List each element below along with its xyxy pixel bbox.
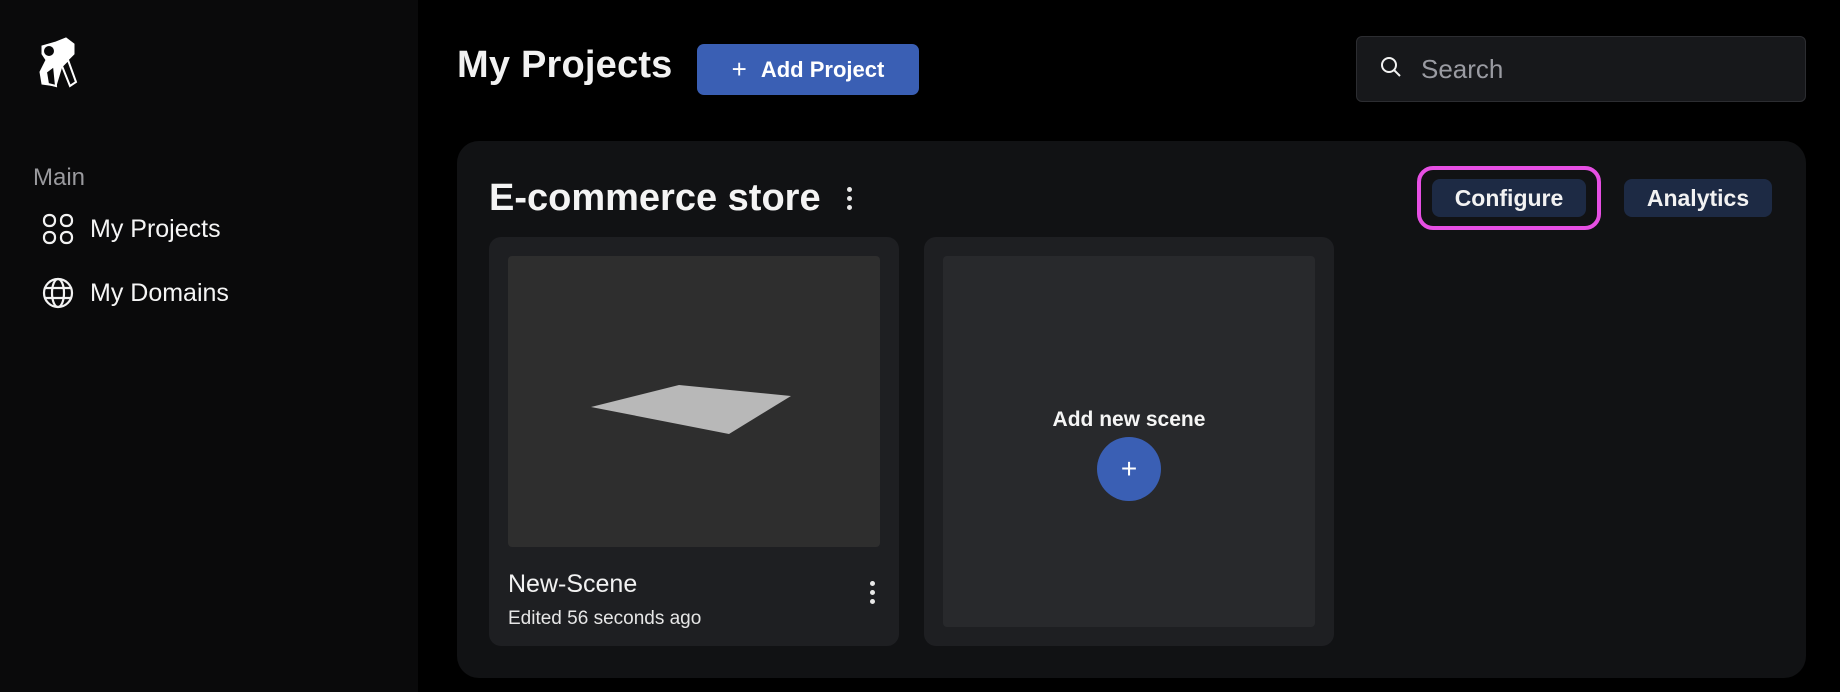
grid-icon xyxy=(40,211,76,247)
scene-menu-icon[interactable] xyxy=(866,577,879,608)
sidebar-item-my-projects[interactable]: My Projects xyxy=(40,207,221,251)
configure-button[interactable]: Configure xyxy=(1432,179,1586,217)
scene-name: New-Scene xyxy=(508,570,638,598)
globe-icon xyxy=(40,275,76,311)
add-scene-label: Add new scene xyxy=(1052,408,1206,431)
project-panel: E-commerce store Configure Analytics New… xyxy=(457,141,1806,678)
page-title: My Projects xyxy=(457,44,673,86)
add-scene-button[interactable]: + xyxy=(1097,437,1161,501)
add-project-button[interactable]: + Add Project xyxy=(697,44,919,95)
add-scene-area[interactable]: Add new scene + xyxy=(943,256,1315,627)
project-menu-icon[interactable] xyxy=(843,183,856,214)
plus-icon: + xyxy=(731,54,747,84)
plane-preview-icon xyxy=(591,385,791,434)
add-project-label: Add Project xyxy=(760,56,885,82)
search-input[interactable] xyxy=(1421,53,1781,85)
sidebar-item-label: My Projects xyxy=(90,214,221,243)
plus-icon: + xyxy=(1120,453,1138,484)
scene-card[interactable]: New-Scene Edited 56 seconds ago xyxy=(489,237,899,646)
analytics-button[interactable]: Analytics xyxy=(1624,179,1772,217)
app-logo[interactable] xyxy=(36,36,78,88)
sidebar-item-my-domains[interactable]: My Domains xyxy=(40,271,229,315)
main-content: My Projects + Add Project E-commerce sto… xyxy=(418,0,1840,692)
search-icon xyxy=(1379,55,1403,84)
sidebar-section-label: Main xyxy=(33,164,86,191)
scene-edited-time: Edited 56 seconds ago xyxy=(508,608,702,629)
sidebar: Main My Projects My Domains xyxy=(0,0,418,692)
project-title: E-commerce store xyxy=(489,177,821,219)
add-scene-card[interactable]: Add new scene + xyxy=(924,237,1334,646)
sidebar-item-label: My Domains xyxy=(90,278,229,307)
scene-thumbnail[interactable] xyxy=(508,256,880,547)
search-box[interactable] xyxy=(1356,36,1806,102)
project-title-row: E-commerce store xyxy=(489,177,856,220)
